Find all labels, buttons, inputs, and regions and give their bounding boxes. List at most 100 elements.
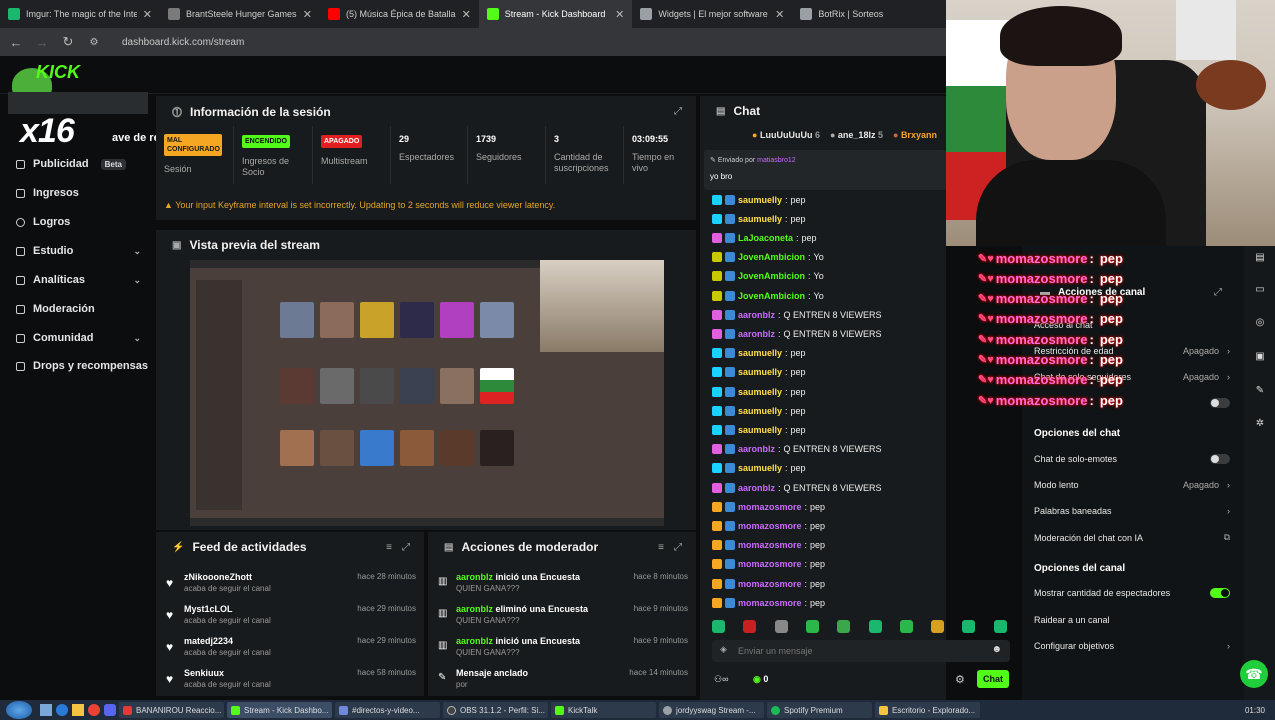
chat-message[interactable]: JovenAmbicion: Yo (712, 248, 824, 267)
mod-user[interactable]: aaronblz (456, 636, 493, 646)
filter-icon[interactable]: ≡ (658, 542, 664, 553)
emote-icon[interactable] (931, 620, 945, 633)
sidebar-item-publicidad[interactable]: Publicidad Beta (16, 158, 141, 170)
chat-message[interactable]: momazosmore: pep (712, 555, 825, 574)
taskbar-item[interactable]: jordyyswag Stream -... (659, 702, 764, 718)
chat-username[interactable]: momazosmore (738, 598, 802, 608)
chrome-icon[interactable] (88, 704, 100, 716)
setting-row[interactable]: Modo lento Apagado › (1034, 480, 1230, 490)
setting-row[interactable]: Chat de solo-emotes (1034, 454, 1230, 464)
expand-icon[interactable]: ⤢ (1214, 287, 1222, 298)
setting-row[interactable]: Configurar objetivos › (1034, 641, 1230, 651)
chat-users-icon[interactable]: ⚇∞ (714, 674, 728, 685)
chat-message[interactable]: JovenAmbicion: Yo (712, 286, 824, 305)
viewer-count-toggle[interactable] (1210, 588, 1230, 598)
feed-user[interactable]: Senkiuux (184, 668, 224, 678)
chat-message[interactable]: LaJoaconeta: pep (712, 228, 817, 247)
top-gifter[interactable]: ● LuuUuUuUu 6 (752, 130, 820, 140)
chat-username[interactable]: momazosmore (738, 579, 802, 589)
emote-icon[interactable] (712, 620, 725, 633)
close-tab-icon[interactable]: ✕ (462, 8, 471, 21)
feed-user[interactable]: matedj2234 (184, 636, 233, 646)
chat-message[interactable]: saumuelly: pep (712, 382, 806, 401)
chat-username[interactable]: aaronblz (738, 483, 775, 493)
emote-icon[interactable] (774, 620, 788, 633)
browser-tab[interactable]: Widgets | El mejor software pa ✕ (632, 0, 792, 28)
chat-message[interactable]: aaronblz: Q ENTREN 8 VIEWERS (712, 440, 882, 459)
chat-username[interactable]: JovenAmbicion (738, 291, 805, 301)
chat-message[interactable]: momazosmore: pep (712, 574, 825, 593)
target-icon[interactable]: ◎ (1252, 315, 1268, 331)
chat-message[interactable]: saumuelly: pep (712, 363, 806, 382)
mod-user[interactable]: aaronblz (456, 572, 493, 582)
chat-message[interactable]: momazosmore: pep (712, 497, 825, 516)
emote-only-toggle[interactable] (1210, 454, 1230, 464)
chat-message[interactable]: aaronblz: Q ENTREN 8 VIEWERS (712, 478, 882, 497)
discord-icon[interactable] (104, 704, 116, 716)
wrench-icon[interactable]: ✎ (1252, 383, 1268, 399)
expand-icon[interactable]: ⤢ (674, 542, 682, 553)
gear-icon[interactable]: ⚙ (955, 673, 965, 686)
taskbar-item[interactable]: KickTalk (551, 702, 656, 718)
chat-message[interactable]: aaronblz: Q ENTREN 8 VIEWERS (712, 324, 882, 343)
stream-preview-video[interactable] (190, 260, 664, 526)
chat-message[interactable]: saumuelly: pep (712, 344, 806, 363)
sidebar-item-logros[interactable]: Logros (16, 216, 141, 228)
pinned-message[interactable]: ✎ Enviado por matiasbro12 yo bro (704, 150, 946, 190)
toggle-switch[interactable] (1210, 398, 1230, 408)
chat-message[interactable]: saumuelly: pep (712, 190, 806, 209)
chat-username[interactable]: saumuelly (738, 367, 782, 377)
windows-start-icon[interactable] (6, 701, 32, 719)
chat-username[interactable]: saumuelly (738, 195, 782, 205)
emote-icon[interactable] (962, 620, 976, 633)
chat-username[interactable]: LaJoaconeta (738, 233, 793, 243)
chat-username[interactable]: saumuelly (738, 214, 782, 224)
channel-points[interactable]: ◉ 0 (753, 674, 768, 685)
sidebar-item-moderacion[interactable]: Moderación (16, 303, 141, 315)
top-gifter[interactable]: ● Brxyann (893, 130, 937, 140)
site-info-icon[interactable]: ⚙ (86, 37, 102, 48)
chat-username[interactable]: JovenAmbicion (738, 271, 805, 281)
chat-message[interactable]: aaronblz: Q ENTREN 8 VIEWERS (712, 305, 882, 324)
chat-message[interactable]: JovenAmbicion: Yo (712, 267, 824, 286)
expand-icon[interactable]: ⤢ (674, 106, 682, 117)
setting-row[interactable]: Moderación del chat con IA ⧉ (1034, 532, 1230, 543)
chat-username[interactable]: momazosmore (738, 540, 802, 550)
chat-settings-icon[interactable]: ◈ (720, 644, 727, 655)
emote-icon[interactable] (805, 620, 819, 633)
chat-message[interactable]: saumuelly: pep (712, 209, 806, 228)
chat-username[interactable]: saumuelly (738, 406, 782, 416)
chat-message[interactable]: saumuelly: pep (712, 459, 806, 478)
sidebar-item-ingresos[interactable]: Ingresos (16, 187, 141, 199)
feed-user[interactable]: Myst1cLOL (184, 604, 233, 614)
emote-icon[interactable] (868, 620, 882, 633)
sidebar-item-comunidad[interactable]: Comunidad ⌄ (16, 332, 141, 344)
feed-user[interactable]: zNikoooneZhott (184, 572, 252, 582)
taskbar-item[interactable]: Stream - Kick Dashbo... (227, 702, 332, 718)
taskbar-item[interactable]: #directos-y-video... (335, 702, 440, 718)
ie-icon[interactable] (56, 704, 68, 716)
top-gifter[interactable]: ● ane_18lz 5 (830, 130, 883, 140)
mod-user[interactable]: aaronblz (456, 604, 493, 614)
chat-username[interactable]: saumuelly (738, 387, 782, 397)
taskbar-item[interactable]: Escritorio - Explorado... (875, 702, 980, 718)
emote-icon[interactable] (899, 620, 913, 633)
dashboard-icon[interactable]: ▤ (1252, 250, 1268, 266)
chat-username[interactable]: momazosmore (738, 521, 802, 531)
chat-username[interactable]: saumuelly (738, 348, 782, 358)
chat-message-input[interactable] (738, 643, 978, 659)
settings-icon[interactable]: ✲ (1252, 416, 1268, 432)
chat-input-box[interactable]: ◈ ☻ (712, 640, 1010, 662)
expand-icon[interactable]: ⤢ (402, 542, 410, 553)
browser-tab[interactable]: (5) Música Épica de Batalla ✕ (320, 0, 479, 28)
chat-message[interactable]: saumuelly: pep (712, 420, 806, 439)
system-clock[interactable]: 01:30 (1245, 706, 1265, 715)
explorer-icon[interactable] (72, 704, 84, 716)
close-tab-icon[interactable]: ✕ (775, 8, 784, 21)
browser-tab[interactable]: Imgur: The magic of the Interne ✕ (0, 0, 160, 28)
filter-icon[interactable]: ≡ (386, 542, 392, 553)
browser-tab[interactable]: BotRix | Sorteos (792, 0, 946, 28)
taskbar-item[interactable]: Spotify Premium (767, 702, 872, 718)
chat-message[interactable]: momazosmore: pep (712, 516, 825, 535)
chat-username[interactable]: saumuelly (738, 463, 782, 473)
